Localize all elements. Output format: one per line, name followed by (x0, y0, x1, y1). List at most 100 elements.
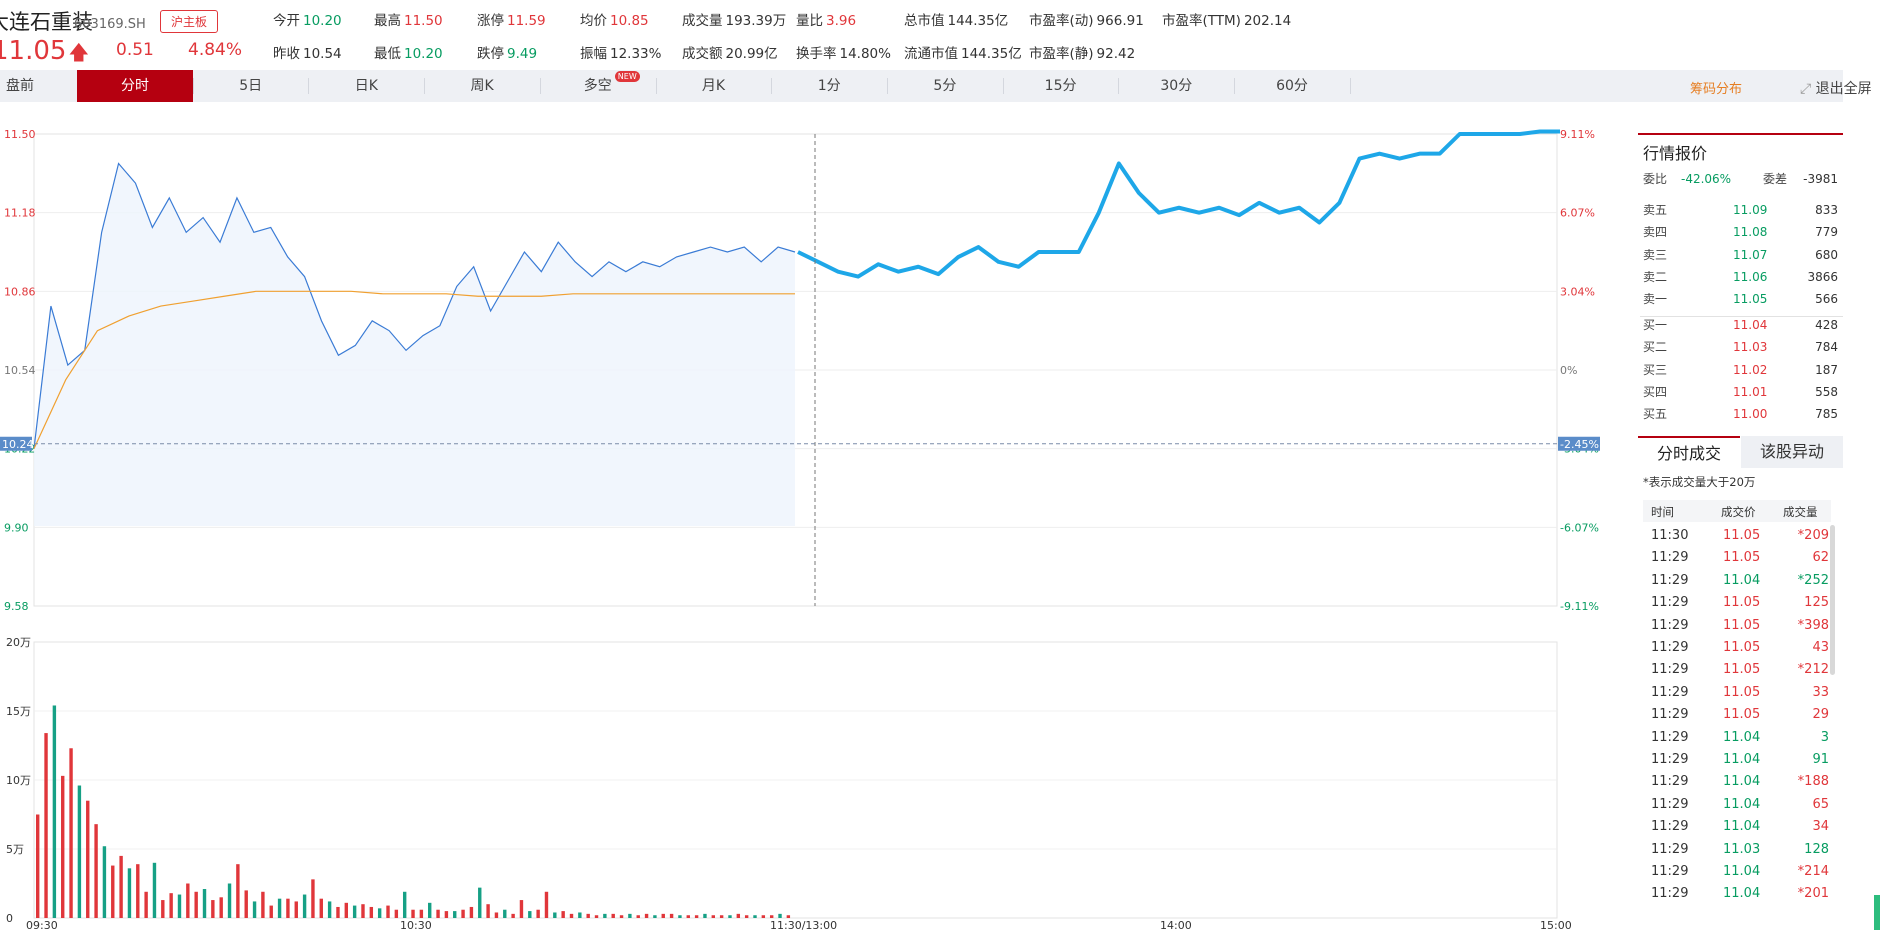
trade-row: 11:29 11.04 *214 (1643, 861, 1831, 883)
trade-volume: *188 (1797, 774, 1829, 790)
volume-bar (394, 909, 399, 918)
quote-value: 92.42 (1096, 46, 1136, 62)
quote-value: 20.99亿 (725, 46, 778, 62)
order-price: 11.06 (1733, 269, 1768, 284)
price-tick: 9.58 (4, 600, 29, 613)
volume-bar (236, 864, 240, 918)
quote-label: 振幅 (580, 46, 607, 62)
trade-row: 11:29 11.04 91 (1643, 749, 1831, 771)
volume-bar (636, 915, 640, 918)
volume-bar (753, 915, 757, 918)
price-tick: 9.90 (4, 521, 29, 534)
quote-value: 966.91 (1096, 13, 1144, 29)
order-price: 11.05 (1733, 292, 1768, 307)
tab-7[interactable]: 1分 (771, 70, 887, 102)
volume-bar (769, 915, 774, 918)
quote-q2-1: 最低 10.20 (374, 42, 443, 62)
volume-bar (553, 912, 557, 918)
volume-bar (528, 911, 532, 918)
trade-time: 11:29 (1651, 774, 1689, 790)
tab-6[interactable]: 月K (656, 70, 772, 102)
tab-1[interactable]: 分时 (77, 70, 193, 102)
volume-bar (486, 904, 490, 918)
volume-bar (653, 915, 657, 918)
quote-q1-2: 涨停 11.59 (477, 9, 546, 29)
tab-stock-alerts[interactable]: 该股异动 (1741, 436, 1843, 468)
volume-bar (361, 904, 365, 918)
tab-8[interactable]: 5分 (887, 70, 1003, 102)
volume-bar (603, 913, 607, 918)
quote-value: 144.35亿 (961, 46, 1022, 62)
tab-0[interactable]: 盘前 (0, 70, 78, 102)
volume-bar (644, 913, 649, 918)
intraday-price-chart[interactable]: 11.50 9.11% 11.18 6.07% 10.86 3.04% 10.54 0% 10.… (0, 118, 1630, 620)
trade-volume: 3 (1820, 729, 1829, 745)
order-label: 买四 (1643, 384, 1668, 399)
quote-q1-4: 成交量 193.39万 (682, 9, 786, 29)
volume-bar (252, 901, 257, 918)
trade-scrollbar[interactable] (1830, 525, 1835, 675)
trade-price: 11.05 (1723, 662, 1761, 678)
trade-volume: *252 (1797, 572, 1829, 588)
tab-4[interactable]: 周K (424, 70, 540, 102)
crosshair-pct: -2.45% (1560, 438, 1599, 451)
volume-bar (344, 902, 349, 918)
vol-tick: 20万 (6, 636, 31, 649)
trade-price: 11.04 (1723, 796, 1761, 812)
quote-label: 市盈率(静) (1029, 46, 1094, 62)
volume-bar (678, 915, 682, 918)
order-volume: 785 (1815, 407, 1838, 422)
volume-bar (744, 915, 749, 918)
time-label: 10:30 (400, 919, 432, 930)
quote-label: 涨停 (477, 13, 504, 29)
quote-q2-2: 跌停 9.49 (477, 42, 537, 62)
tab-intraday-trades[interactable]: 分时成交 (1638, 436, 1740, 468)
exit-fullscreen-button[interactable]: ⤢ 退出全屏 (1800, 78, 1872, 98)
volume-bar (494, 912, 499, 918)
tab-3[interactable]: 日K (308, 70, 424, 102)
trade-time: 11:29 (1651, 796, 1689, 812)
volume-bar (511, 913, 515, 918)
trade-volume: 62 (1812, 550, 1829, 566)
weicha-label: 委差 (1763, 172, 1788, 186)
quote-label: 最低 (374, 46, 401, 62)
order-price: 11.02 (1733, 362, 1768, 377)
volume-bar (211, 900, 215, 918)
tab-separator (1118, 78, 1120, 94)
quote-q2-7: 市盈率(静) 92.42 (1029, 42, 1135, 62)
tab-2[interactable]: 5日 (193, 70, 309, 102)
quote-label: 今开 (273, 13, 300, 29)
volume-bar (52, 705, 57, 918)
chip-distribution-button[interactable]: 筹码分布 (1690, 78, 1742, 97)
volume-bar (186, 883, 190, 918)
order-volume: 428 (1815, 318, 1838, 332)
order-row: 买三 11.02 187 (1643, 361, 1838, 379)
order-label: 卖四 (1643, 225, 1668, 240)
pct-tick: 3.04% (1560, 285, 1595, 298)
volume-chart[interactable]: 20万 15万 10万 5万 0 09:30 10:30 11:30/13:00 14:00 15… (0, 632, 1630, 930)
vol-tick: 15万 (6, 705, 31, 718)
quote-value: 3.96 (826, 13, 857, 29)
quote-value: 10.54 (303, 46, 342, 62)
tab-9[interactable]: 15分 (1003, 70, 1119, 102)
tab-10[interactable]: 30分 (1118, 70, 1234, 102)
tab-11[interactable]: 60分 (1234, 70, 1350, 102)
quote-value: 9.49 (507, 46, 538, 62)
quote-value: 11.50 (404, 13, 443, 29)
volume-bar (169, 893, 173, 918)
volume-bar (402, 891, 407, 918)
trade-price: 11.05 (1723, 684, 1761, 700)
volume-bar (277, 898, 282, 918)
volume-bar (161, 900, 165, 918)
trade-row: 11:29 11.05 33 (1643, 682, 1831, 704)
trade-price: 11.05 (1723, 528, 1761, 543)
volume-bar (319, 898, 323, 918)
time-label: 11:30/13:00 (770, 919, 837, 930)
trade-row: 11:29 11.05 62 (1643, 547, 1831, 569)
tab-separator (1002, 78, 1004, 94)
pct-tick: -6.07% (1560, 521, 1599, 534)
time-label: 15:00 (1540, 919, 1572, 930)
quote-label: 均价 (580, 13, 607, 29)
up-arrow-icon: 🡅 (68, 40, 89, 64)
board-badge[interactable]: 沪主板 (160, 10, 219, 33)
